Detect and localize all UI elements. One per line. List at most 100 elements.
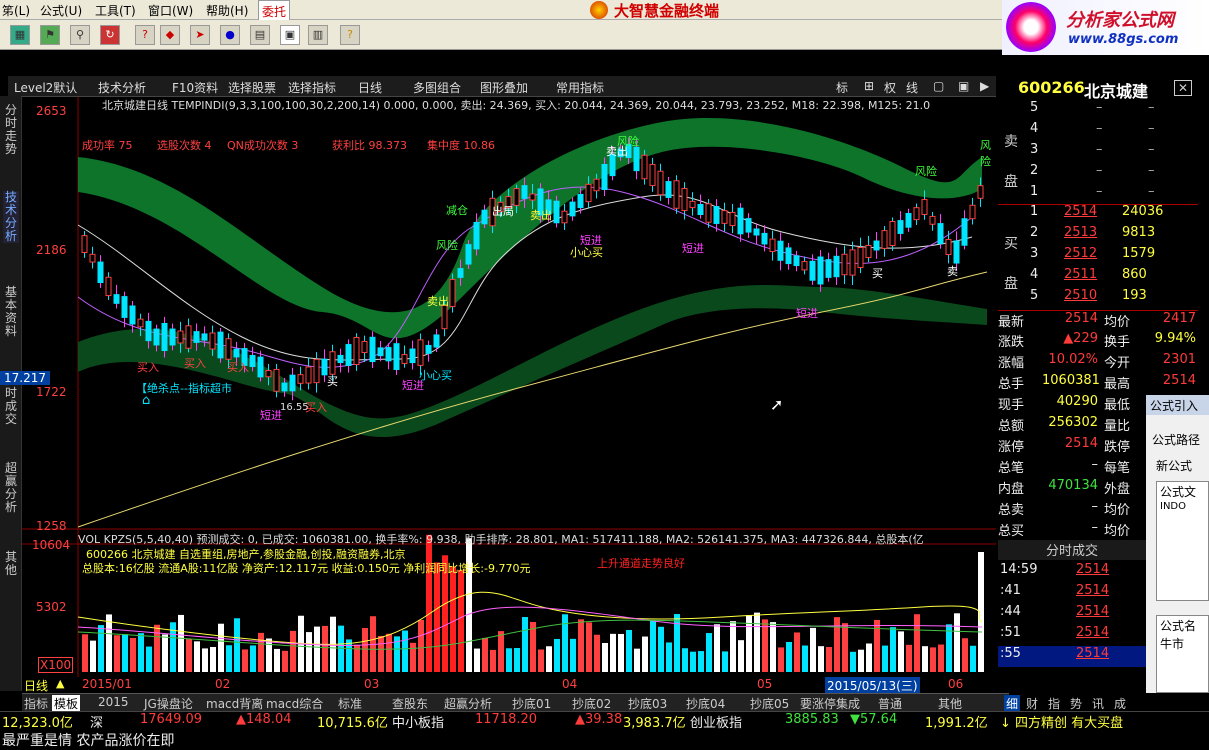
annotation-low-price: 16.55 <box>280 402 309 413</box>
bottom-tab[interactable]: 普通 <box>878 695 902 712</box>
tick-row[interactable]: 14:59 2514 <box>998 562 1146 583</box>
candle-body <box>265 370 272 378</box>
sell-level-row[interactable]: 5 – – <box>998 100 1198 121</box>
vtab-technical[interactable]: 技术分析 <box>3 191 19 243</box>
menu-formula[interactable]: 公式(U) <box>40 2 82 19</box>
bottom-tab[interactable]: 抄底05 <box>750 695 789 712</box>
tab-f10[interactable]: F10资料 <box>172 79 218 96</box>
annotation-kill-point: 【绝杀点--指标超市 <box>136 382 232 395</box>
bottom-tab[interactable]: 抄底02 <box>572 695 611 712</box>
quote-info-row: 涨跌 ▲229 换手 9.94% <box>998 331 1198 352</box>
tick-row[interactable]: :55 2514 <box>998 646 1146 667</box>
help-pointer-icon[interactable]: ? <box>340 25 360 45</box>
bottom-tab[interactable]: JG操盘论 <box>144 695 193 712</box>
buy-level-row[interactable]: 2 2513 9813 <box>998 225 1198 246</box>
menu-tools[interactable]: 工具(T) <box>95 2 136 19</box>
side-tab[interactable]: 财 <box>1026 695 1038 712</box>
circle-icon[interactable]: ● <box>220 25 240 45</box>
layout-icon[interactable]: ▢ <box>933 79 944 93</box>
volume-bar <box>378 635 384 672</box>
volume-bar <box>258 632 264 672</box>
quote-field-value: ▲229 <box>1063 331 1098 346</box>
candle-body <box>145 320 152 342</box>
tab-level2[interactable]: Level2默认 <box>14 79 77 96</box>
kline-chart-area[interactable]: 北京城建日线 TEMPINDI(9,3,3,100,100,30,2,200,1… <box>0 97 996 694</box>
tab-mark[interactable]: 标 <box>836 79 848 96</box>
tab-pick-indicator[interactable]: 选择指标 <box>288 79 336 96</box>
candle-body <box>921 199 928 215</box>
side-tab[interactable]: 指 <box>1048 695 1060 712</box>
tab-common[interactable]: 常用指标 <box>556 79 604 96</box>
sell-level-row[interactable]: 4 – – <box>998 121 1198 142</box>
side-tab[interactable]: 细 <box>1004 695 1021 712</box>
vtab-timeshare[interactable]: 分时走势 <box>3 104 19 156</box>
tick-row[interactable]: :44 2514 <box>998 604 1146 625</box>
tab-line[interactable]: 线 <box>906 79 918 96</box>
menu-help[interactable]: 帮助(H) <box>206 2 248 19</box>
print-icon[interactable]: ▤ <box>250 25 270 45</box>
volume-bar <box>210 646 216 672</box>
menu-window[interactable]: 窗口(W) <box>148 2 193 19</box>
formula-file-item[interactable]: INDO <box>1160 501 1186 512</box>
refresh-icon[interactable]: ↻ <box>100 25 120 45</box>
bottom-tab[interactable]: 抄底03 <box>628 695 667 712</box>
vtab-other[interactable]: 其他 <box>3 551 19 577</box>
grid-icon[interactable]: ▦ <box>10 25 30 45</box>
buy-level-row[interactable]: 5 2510 193 <box>998 288 1198 309</box>
buy-level-row[interactable]: 3 2512 1579 <box>998 246 1198 267</box>
bottom-tab[interactable]: 2015 <box>98 695 129 709</box>
bottom-tab[interactable]: 模板 <box>52 695 81 712</box>
tab-right[interactable]: 权 <box>884 79 896 96</box>
bottom-tab[interactable]: 指标 <box>24 695 48 712</box>
tick-row[interactable]: :41 2514 <box>998 583 1146 604</box>
bottom-tab[interactable]: 查股东 <box>392 695 428 712</box>
sell-level-row[interactable]: 3 – – <box>998 142 1198 163</box>
buy-level-row[interactable]: 4 2511 860 <box>998 267 1198 288</box>
volume-bar <box>762 619 768 672</box>
next-icon[interactable]: ▶ <box>980 79 989 93</box>
bars-icon[interactable]: ▥ <box>308 25 328 45</box>
sell-level-row[interactable]: 1 – – <box>998 184 1198 205</box>
side-tab[interactable]: 讯 <box>1092 695 1104 712</box>
bottom-tab[interactable]: 其他 <box>938 695 962 712</box>
side-tab[interactable]: 势 <box>1070 695 1082 712</box>
formula-name-item[interactable]: 牛市 <box>1160 635 1184 652</box>
tab-overlay[interactable]: 图形叠加 <box>480 79 528 96</box>
tab-daily[interactable]: 日线 <box>358 79 382 96</box>
vtab-fundamental[interactable]: 基本资料 <box>3 286 19 338</box>
window-max-icon[interactable]: ▣ <box>958 79 969 93</box>
bottom-tab[interactable]: 抄底01 <box>512 695 551 712</box>
diamond-icon[interactable]: ◆ <box>160 25 180 45</box>
close-icon[interactable]: ✕ <box>1174 80 1192 96</box>
marquee-text[interactable]: 最严重是情 农产品涨价在即 <box>2 730 174 750</box>
side-tab[interactable]: 成 <box>1114 695 1126 712</box>
arrow-icon[interactable]: ➤ <box>190 25 210 45</box>
flag-icon[interactable]: ⚑ <box>40 25 60 45</box>
bottom-tab[interactable]: 抄底04 <box>686 695 725 712</box>
period-up-icon[interactable]: ▲ <box>56 677 64 690</box>
buy-level-row[interactable]: 1 2514 24036 <box>998 204 1198 225</box>
annotation-careful-2: 小心买 <box>419 369 452 382</box>
candle-body <box>833 255 840 278</box>
sell-level-row[interactable]: 2 – – <box>998 163 1198 184</box>
period-label[interactable]: 日线 <box>24 677 48 694</box>
bottom-tab[interactable]: 要涨停集成 <box>800 695 860 712</box>
vtab-super[interactable]: 超赢分析 <box>3 462 19 514</box>
bottom-tab[interactable]: macd综合 <box>266 695 323 712</box>
tab-pick-stock[interactable]: 选择股票 <box>228 79 276 96</box>
zxb-label: 中小板指 <box>392 716 445 731</box>
tab-tech[interactable]: 技术分析 <box>98 79 146 96</box>
bottom-tab[interactable]: macd背离 <box>206 695 263 712</box>
candle-body <box>193 331 200 343</box>
news-ticker[interactable]: ↓ 四方精创 有大买盘 <box>1000 712 1123 731</box>
question-icon[interactable]: ? <box>135 25 155 45</box>
bottom-tab[interactable]: 超赢分析 <box>444 695 492 712</box>
binoculars-icon[interactable]: ⚲ <box>70 25 90 45</box>
new-formula-label[interactable]: 新公式 <box>1156 457 1192 474</box>
menu-file[interactable]: 笫(L) <box>2 2 30 19</box>
bottom-tab[interactable]: 标准 <box>338 695 362 712</box>
window-icon[interactable]: ▣ <box>280 25 300 45</box>
tab-multi[interactable]: 多图组合 <box>413 79 461 96</box>
tick-row[interactable]: :51 2514 <box>998 625 1146 646</box>
crosshair-icon[interactable]: ⊞ <box>864 79 874 93</box>
